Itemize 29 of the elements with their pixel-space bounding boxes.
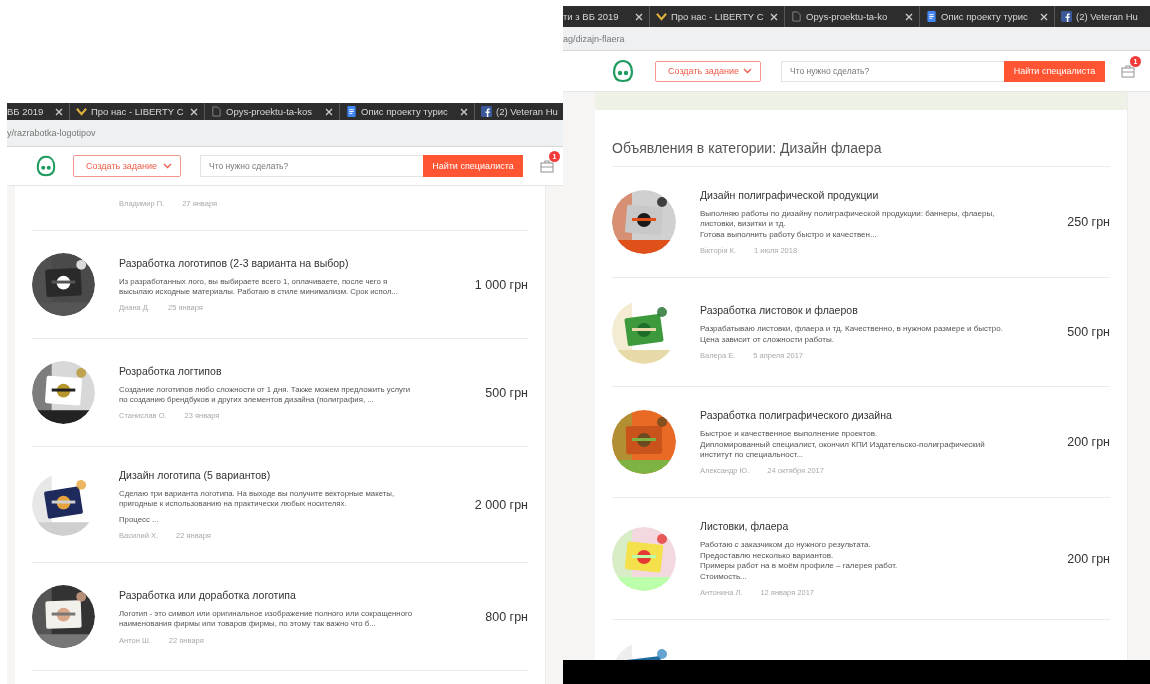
listing-price: 800 грн	[485, 609, 528, 624]
browser-tab[interactable]: (2) Veteran Hu	[1055, 6, 1150, 27]
listing-price: 200 грн	[1067, 435, 1110, 450]
listing-price: 250 грн	[1067, 215, 1110, 230]
browser-tab[interactable]: (2) Veteran Hu	[475, 103, 565, 120]
listing-price: 500 грн	[485, 385, 528, 400]
listing-description: Выполняю работы по дизайну полиграфической продукции: баннеры, флаеры, листовки, визитки и тд. Готова выполнить работу быстро и качествен...	[700, 209, 996, 241]
listing-title[interactable]: Разработка полиграфического дизайна	[700, 409, 1044, 422]
search-field[interactable]: Что нужно сделать?	[781, 60, 1004, 82]
listing-title[interactable]: Дизайн полиграфической продукции	[700, 189, 1044, 201]
address-url[interactable]: ag/dizajn-flaera	[563, 33, 625, 44]
listing-description: Разрабатываю листовки, флаера и тд. Качественно, в нужном размере и быстро. Цена зависит от сложности работы.	[700, 324, 1004, 346]
listing-title[interactable]: Розработка логтипов	[119, 364, 462, 377]
listing-price: 500 грн	[1067, 325, 1110, 340]
create-task-button[interactable]: Создать задание	[73, 155, 181, 177]
listing-description: Быстрое и качественное выполнение проектов. Дипломированный специалист, окончил КПИ Издательско-полиграфический институт по специальност...	[700, 429, 986, 461]
listing-price: 1 000 грн	[474, 277, 528, 292]
listing-title[interactable]: Разработка логотипов (2-3 варианта на выбор)	[119, 256, 451, 269]
address-url[interactable]: y/razrabotka-logotipov	[7, 128, 96, 138]
create-task-button[interactable]: Создать задание	[655, 60, 761, 82]
listing-price: 2 000 грн	[474, 497, 528, 512]
listing-title[interactable]: Разработка листовок и флаеров	[700, 304, 1044, 317]
listing-title[interactable]: Листовки, флаера	[700, 520, 1044, 533]
category-heading: Объявления в категории: Дизайн флаера	[612, 110, 1110, 167]
search-field[interactable]: Что нужно сделать?	[200, 155, 423, 177]
listing-price: 200 грн	[1067, 551, 1110, 566]
listing-description: Работаю с заказчиком до нужного результата. Предоставлю несколько вариантов. Примеры работ на в моём профиле – галерея работ. Стоимость...	[700, 540, 899, 582]
listing-title[interactable]: Разработка или доработка логотипа	[119, 589, 462, 602]
listing-title[interactable]: Дизайн логотипа (5 вариантов)	[119, 469, 451, 481]
